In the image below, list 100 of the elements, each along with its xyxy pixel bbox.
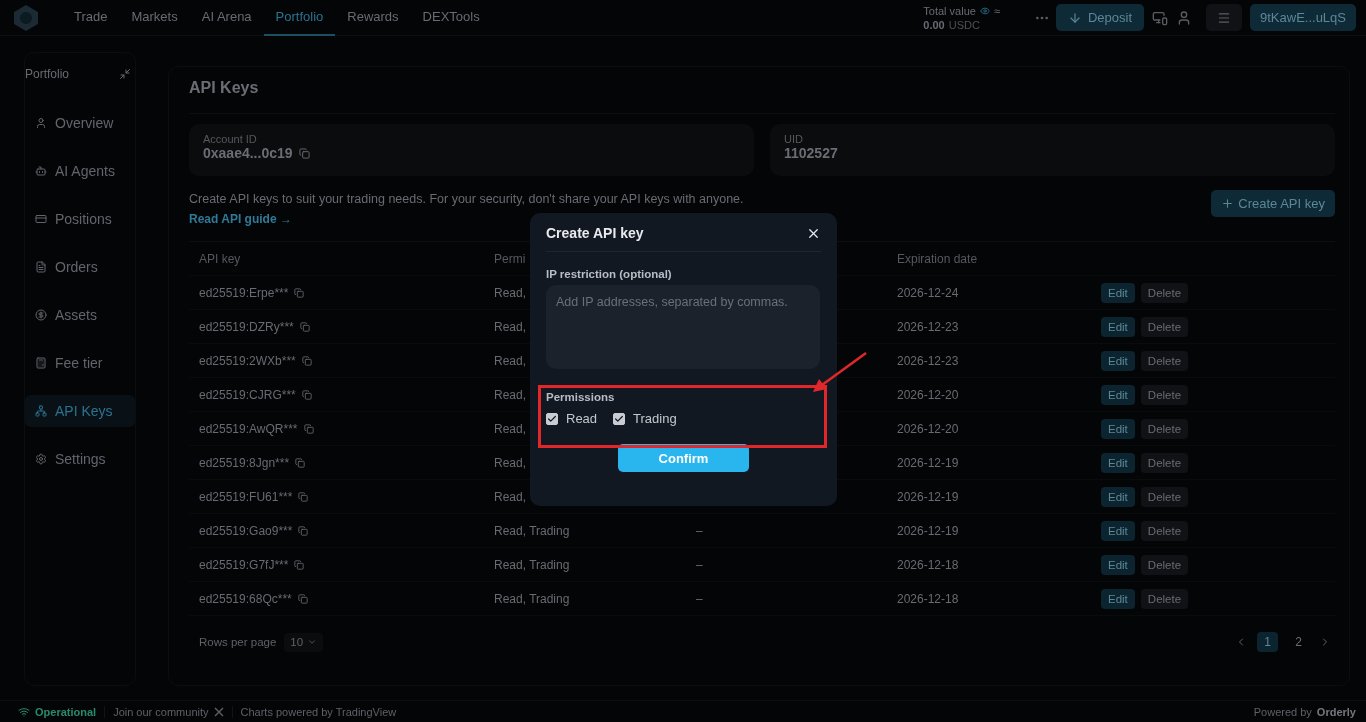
menu-button[interactable] — [1206, 4, 1242, 31]
confirm-button[interactable]: Confirm — [618, 444, 749, 472]
create-api-key-button[interactable]: Create API key — [1211, 190, 1335, 217]
sidebar-title: Portfolio — [25, 67, 70, 81]
table-cell: 2026-12-24 — [897, 285, 959, 300]
powered-by-text: Powered by — [1253, 705, 1312, 718]
sidebar-item[interactable]: Assets — [25, 299, 135, 331]
edit-button[interactable]: Edit — [1101, 316, 1135, 337]
table-cell: – — [696, 557, 703, 572]
devices-icon[interactable] — [1152, 9, 1168, 26]
page-button[interactable]: 2 — [1288, 632, 1309, 652]
permissions-label: Permissions — [546, 391, 616, 403]
edit-button[interactable]: Edit — [1101, 452, 1135, 473]
nav-tab[interactable]: Markets — [119, 0, 190, 36]
copy-icon[interactable] — [298, 147, 310, 159]
sidebar-item[interactable]: Settings — [25, 443, 135, 475]
eye-icon[interactable] — [979, 5, 990, 16]
table-cell: 2026-12-20 — [897, 387, 959, 402]
checkbox[interactable] — [613, 412, 626, 425]
delete-button[interactable]: Delete — [1140, 452, 1189, 473]
copy-icon[interactable] — [298, 491, 309, 502]
nav-tab[interactable]: Portfolio — [263, 0, 336, 36]
sidebar-item[interactable]: Orders — [25, 251, 135, 283]
table-cell: – — [696, 591, 703, 606]
edit-button[interactable]: Edit — [1101, 554, 1135, 575]
delete-button[interactable]: Delete — [1140, 554, 1189, 575]
table-cell: Read, — [494, 319, 527, 334]
table-cell: Read, Trading — [494, 523, 570, 538]
field-label: IP restriction (optional) — [546, 268, 673, 280]
copy-icon[interactable] — [303, 423, 314, 434]
sidebar-item[interactable]: Positions — [25, 203, 135, 235]
user-icon[interactable] — [1176, 9, 1192, 26]
sidebar-item[interactable]: Overview — [25, 107, 135, 139]
table-cell: 2026-12-18 — [897, 591, 959, 606]
assets-icon — [35, 309, 47, 321]
page-button[interactable]: 1 — [1257, 632, 1278, 652]
page-title: API Keys — [189, 79, 1335, 114]
caret-icon — [307, 637, 318, 647]
sidebar-item[interactable]: API Keys — [25, 395, 135, 427]
delete-button[interactable]: Delete — [1140, 350, 1189, 371]
edit-button[interactable]: Edit — [1101, 418, 1135, 439]
nav-tab[interactable]: AI Arena — [189, 0, 264, 36]
description-text: Create API keys to suit your trading needs. For your security, don't share your API keys with anyone. — [189, 192, 744, 206]
table-cell: Read, — [494, 455, 527, 470]
card-label: UID — [784, 133, 804, 145]
column-header: API key — [199, 251, 241, 266]
x-logo-icon[interactable] — [213, 706, 224, 717]
ip-restriction-field[interactable]: Add IP addresses, separated by commas. — [546, 285, 820, 369]
delete-button[interactable]: Delete — [1140, 282, 1189, 303]
edit-button[interactable]: Edit — [1101, 282, 1135, 303]
table-cell: ed25519:8Jgn*** — [199, 455, 290, 470]
rows-per-page-select[interactable]: 10 — [284, 632, 324, 652]
delete-button[interactable]: Delete — [1140, 520, 1189, 541]
check-icon — [547, 413, 557, 424]
wallet-button[interactable]: 9tKawE...uLqS — [1250, 4, 1356, 31]
fees-icon — [35, 357, 47, 369]
copy-icon[interactable] — [301, 355, 312, 366]
edit-button[interactable]: Edit — [1101, 588, 1135, 609]
nav-tab[interactable]: Trade — [62, 0, 120, 36]
community-link[interactable]: Join our community — [113, 705, 209, 718]
checkbox-label: Trading — [633, 411, 677, 426]
sidebar-item[interactable]: AI Agents — [25, 155, 135, 187]
table-cell: ed25519:2WXb*** — [199, 353, 296, 368]
copy-icon[interactable] — [301, 389, 312, 400]
delete-button[interactable]: Delete — [1140, 418, 1189, 439]
table-cell: – — [696, 523, 703, 538]
delete-button[interactable]: Delete — [1140, 588, 1189, 609]
currency-label: USDC — [948, 17, 980, 32]
edit-button[interactable]: Edit — [1101, 350, 1135, 371]
edit-button[interactable]: Edit — [1101, 486, 1135, 507]
copy-icon[interactable] — [295, 457, 306, 468]
edit-button[interactable]: Edit — [1101, 520, 1135, 541]
nav-tab[interactable]: DEXTools — [410, 0, 492, 36]
sidebar-item[interactable]: Fee tier — [25, 347, 135, 379]
copy-icon[interactable] — [298, 525, 309, 536]
annotation-arrow — [813, 352, 867, 392]
delete-button[interactable]: Delete — [1140, 384, 1189, 405]
table-cell: 2026-12-23 — [897, 319, 959, 334]
table-cell: ed25519:DZRy*** — [199, 319, 294, 334]
nav-tab[interactable]: Rewards — [335, 0, 411, 36]
guide-link[interactable]: Read API guide → — [189, 212, 292, 226]
rows-per-page-label: Rows per page — [199, 636, 277, 648]
table-cell: ed25519:Erpe*** — [199, 285, 289, 300]
logo-icon[interactable] — [12, 3, 40, 32]
copy-icon[interactable] — [297, 593, 308, 604]
delete-button[interactable]: Delete — [1140, 316, 1189, 337]
copy-icon[interactable] — [299, 321, 310, 332]
table-cell: 2026-12-23 — [897, 353, 959, 368]
table-cell: ed25519:AwQR*** — [199, 421, 298, 436]
positions-icon — [35, 213, 47, 225]
copy-icon[interactable] — [294, 559, 305, 570]
api-icon — [35, 405, 47, 417]
copy-icon[interactable] — [294, 287, 305, 298]
table-cell: Read, Trading — [494, 557, 570, 572]
collapse-icon[interactable] — [119, 68, 131, 80]
table-cell: Read, — [494, 489, 527, 504]
checkbox[interactable] — [546, 412, 558, 425]
delete-button[interactable]: Delete — [1140, 486, 1189, 507]
edit-button[interactable]: Edit — [1101, 384, 1135, 405]
deposit-button[interactable]: Deposit — [1055, 4, 1144, 31]
